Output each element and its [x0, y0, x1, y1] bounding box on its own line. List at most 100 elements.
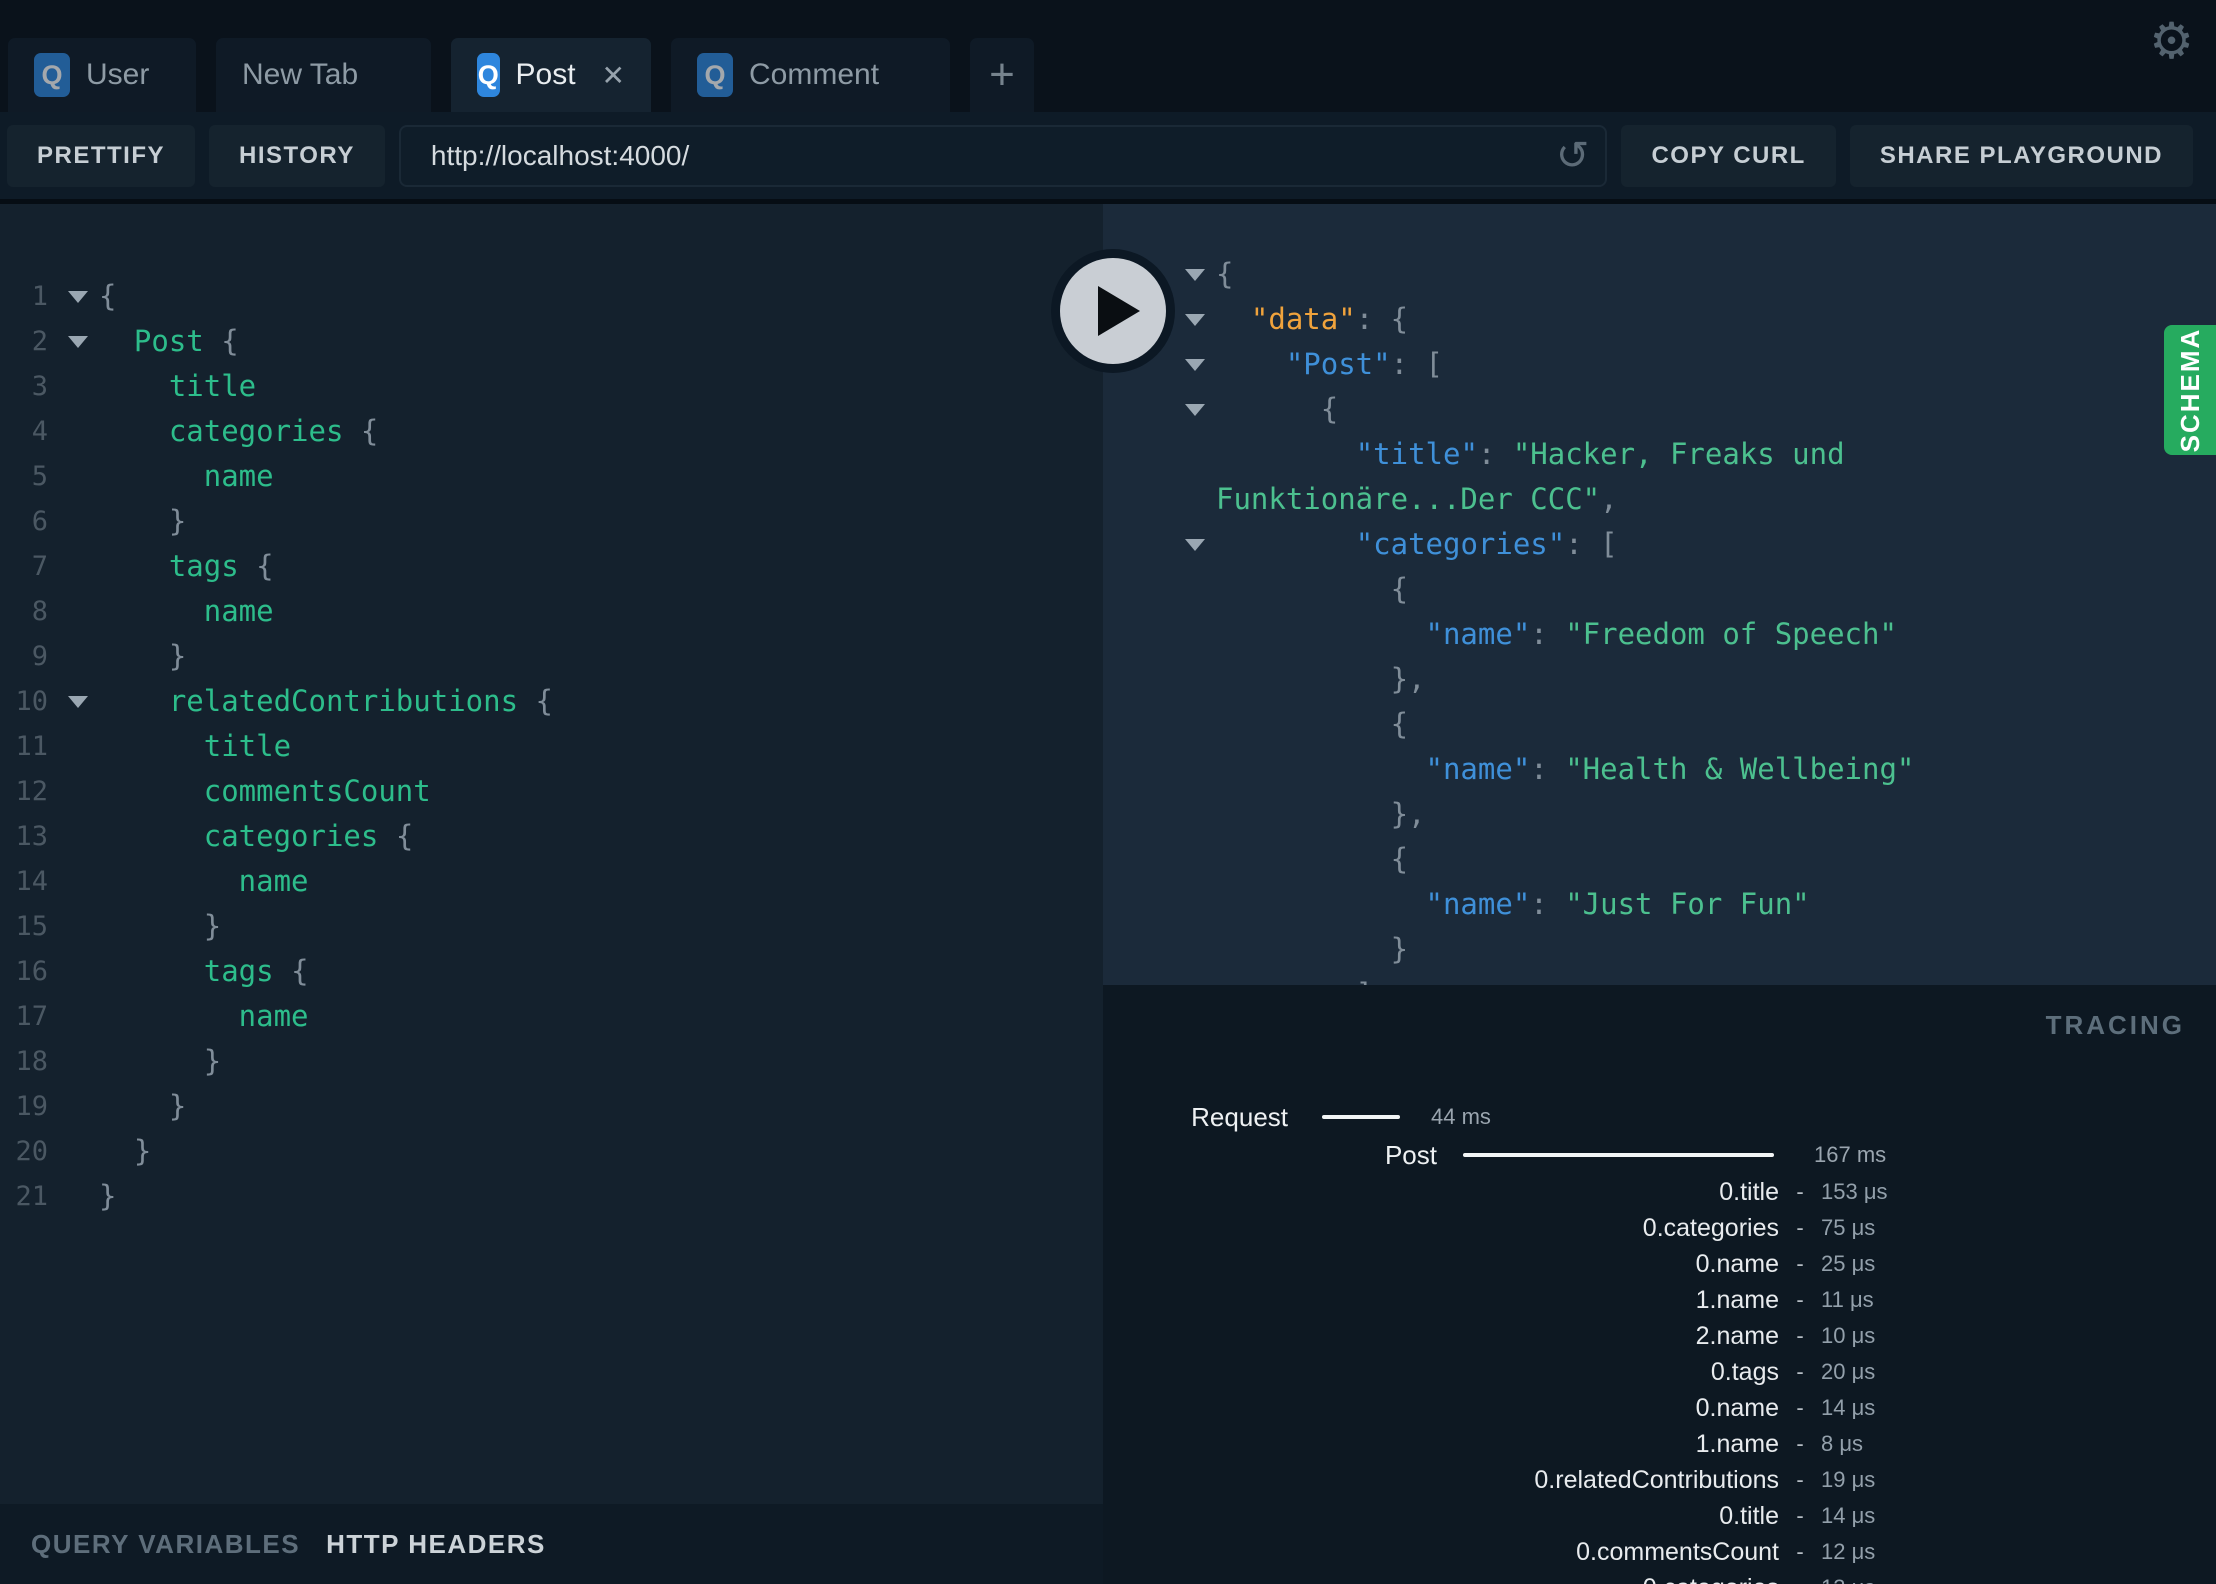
endpoint-url-input[interactable] [398, 124, 1608, 187]
response-line: "name": "Freedom of Speech" [1103, 612, 2216, 657]
code-line: relatedContributions { [99, 684, 553, 718]
line-number: 21 [15, 1181, 48, 1212]
schema-side-tab[interactable]: SCHEMA [2164, 325, 2216, 455]
editor-bottom-bar: QUERY VARIABLES HTTP HEADERS [0, 1504, 1103, 1584]
fold-arrow-icon[interactable] [68, 336, 88, 348]
fold-gutter [1103, 792, 1216, 837]
line-number: 3 [31, 371, 48, 402]
response-line: "title": "Hacker, Freaks und [1103, 432, 2216, 477]
code-line: categories { [99, 414, 379, 448]
tracing-field-duration: 75 μs [1821, 1215, 1876, 1240]
query-editor[interactable]: 1 { 2 Post { 3 title 4 categories {5 na… [0, 204, 1103, 1504]
fold-arrow-icon[interactable] [1185, 359, 1205, 371]
line-number: 20 [15, 1136, 48, 1167]
execute-button[interactable] [1051, 249, 1175, 373]
tracing-field-row: 1.name - 8 μs [1103, 1426, 2216, 1462]
json-line: } [1216, 932, 1409, 966]
tracing-field-label: 0.title [1719, 1178, 1779, 1206]
fold-arrow-icon[interactable] [68, 696, 88, 708]
endpoint-url-wrap: ↺ [398, 124, 1608, 187]
code-line: { [99, 279, 117, 313]
tracing-title: TRACING [2045, 1010, 2185, 1040]
tracing-dash: - [1796, 1359, 1804, 1384]
code-line: tags { [99, 549, 274, 583]
tracing-field-row: 2.name - 10 μs [1103, 1318, 2216, 1354]
code-line: name [99, 864, 309, 898]
tracing-dash: - [1796, 1395, 1804, 1420]
code-line: tags { [99, 954, 309, 988]
fold-arrow-icon[interactable] [1185, 269, 1205, 281]
tracing-request-row: Request 44 ms [1103, 1098, 2216, 1136]
close-tab-icon[interactable]: ✕ [602, 59, 625, 92]
code-line: Post { [99, 324, 239, 358]
line-number: 11 [15, 731, 48, 762]
tracing-field-duration: 8 μs [1821, 1431, 1864, 1456]
line-number: 9 [31, 641, 48, 672]
fold-arrow-icon[interactable] [1185, 314, 1205, 326]
query-editor-line: 6 } [0, 499, 1103, 544]
tracing-field-duration: 25 μs [1821, 1251, 1876, 1276]
response-line: { [1103, 387, 2216, 432]
query-variables-tab[interactable]: QUERY VARIABLES [31, 1529, 300, 1560]
tracing-field-row: 0.categories - 75 μs [1103, 1210, 2216, 1246]
query-type-badge: Q [697, 53, 733, 97]
fold-gutter [48, 679, 99, 724]
tab-label: Post [515, 58, 576, 91]
response-line: { [1103, 567, 2216, 612]
settings-gear-icon[interactable]: ⚙ [2149, 16, 2194, 66]
json-line: Funktionäre...Der CCC", [1216, 482, 1618, 516]
fold-gutter [48, 409, 99, 454]
fold-arrow-icon[interactable] [1185, 539, 1205, 551]
line-number: 4 [31, 416, 48, 447]
copy-curl-button[interactable]: COPY CURL [1621, 124, 1836, 187]
fold-gutter [48, 1084, 99, 1129]
line-number: 17 [15, 1001, 48, 1032]
add-tab-button[interactable]: + [970, 38, 1034, 112]
code-line: categories { [99, 819, 414, 853]
tracing-field-label: 0.tags [1710, 1358, 1779, 1386]
tracing-field-row: 0.categories - 13 μs [1103, 1570, 2216, 1584]
response-line: }, [1103, 657, 2216, 702]
query-editor-line: 20 } [0, 1129, 1103, 1174]
tab-new-tab[interactable]: New Tab [216, 38, 431, 112]
share-playground-button[interactable]: SHARE PLAYGROUND [1849, 124, 2193, 187]
fold-arrow-icon[interactable] [68, 291, 88, 303]
tab-comment[interactable]: Q Comment [671, 38, 950, 112]
query-editor-line: 9 } [0, 634, 1103, 679]
tracing-field-row: 0.relatedContributions - 19 μs [1103, 1462, 2216, 1498]
fold-gutter [48, 904, 99, 949]
json-line: "title": "Hacker, Freaks und [1355, 437, 1845, 471]
tab-user[interactable]: Q User [8, 38, 196, 112]
code-line: name [99, 999, 309, 1033]
fold-gutter [48, 1129, 99, 1174]
tracing-field-row: 0.tags - 20 μs [1103, 1354, 2216, 1390]
query-editor-line: 15 } [0, 904, 1103, 949]
schema-side-tab-label: SCHEMA [2175, 327, 2205, 453]
code-line: } [99, 1089, 187, 1123]
prettify-button[interactable]: PRETTIFY [7, 124, 196, 187]
tracing-field-duration: 10 μs [1821, 1323, 1876, 1348]
fold-gutter [1103, 567, 1216, 612]
code-line: commentsCount [99, 774, 431, 808]
history-button[interactable]: HISTORY [209, 124, 385, 187]
line-number: 13 [15, 821, 48, 852]
tab-post-active[interactable]: Q Post ✕ [451, 38, 651, 112]
line-number: 14 [15, 866, 48, 897]
fold-gutter [48, 319, 99, 364]
http-headers-tab[interactable]: HTTP HEADERS [326, 1529, 546, 1560]
tracing-span-bar [1322, 1115, 1400, 1119]
tracing-span-duration: 44 ms [1431, 1104, 1491, 1129]
reload-endpoint-icon[interactable]: ↺ [1556, 133, 1590, 179]
tracing-field-row: 0.name - 14 μs [1103, 1390, 2216, 1426]
fold-gutter [48, 1039, 99, 1084]
fold-arrow-icon[interactable] [1185, 404, 1205, 416]
fold-gutter [1103, 387, 1216, 432]
response-line: Funktionäre...Der CCC", [1103, 477, 2216, 522]
fold-gutter [1103, 702, 1216, 747]
json-line: "name": "Health & Wellbeing" [1425, 752, 1915, 786]
query-type-badge: Q [477, 53, 500, 97]
query-editor-line: 13 categories { [0, 814, 1103, 859]
tracing-field-label: 1.name [1695, 1430, 1779, 1458]
query-editor-line: 8 name [0, 589, 1103, 634]
query-editor-line: 1 { [0, 274, 1103, 319]
